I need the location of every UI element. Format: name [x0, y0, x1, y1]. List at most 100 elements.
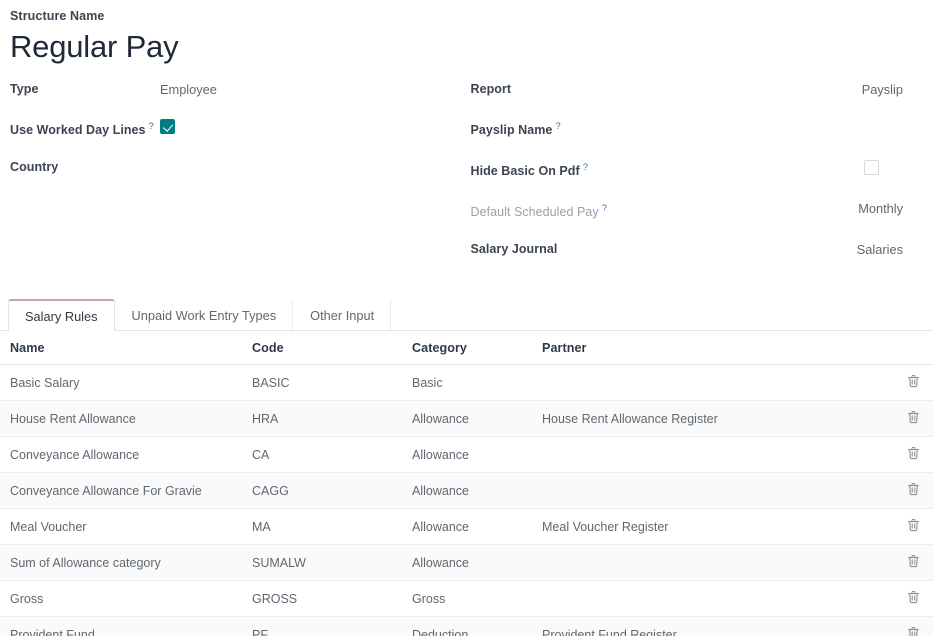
field-use-worked-day-lines-label-text: Use Worked Day Lines — [10, 123, 146, 137]
cell-category[interactable]: Gross — [410, 592, 540, 606]
field-default-scheduled-pay-value: Monthly — [624, 199, 924, 218]
field-use-worked-day-lines-control — [160, 117, 467, 137]
cell-category[interactable]: Allowance — [410, 412, 540, 426]
field-hide-basic-on-pdf-control — [624, 158, 924, 178]
structure-name-label: Structure Name — [10, 8, 923, 24]
field-type-label: Type — [10, 80, 160, 99]
table-row[interactable]: Conveyance AllowanceCAAllowance — [0, 437, 933, 473]
cell-name[interactable]: House Rent Allowance — [0, 412, 250, 426]
table-body: Basic SalaryBASICBasicHouse Rent Allowan… — [0, 365, 933, 636]
help-icon[interactable]: ? — [583, 162, 588, 173]
trash-icon[interactable] — [907, 446, 920, 460]
field-default-scheduled-pay: Default Scheduled Pay? Monthly — [469, 199, 924, 222]
field-hide-basic-on-pdf: Hide Basic On Pdf? — [469, 158, 924, 181]
tab-bar: Salary Rules Unpaid Work Entry Types Oth… — [0, 299, 933, 331]
hide-basic-on-pdf-checkbox[interactable] — [864, 160, 879, 175]
cell-name[interactable]: Conveyance Allowance For Gravie — [0, 484, 250, 498]
field-type-value[interactable]: Employee — [160, 80, 467, 99]
cell-actions — [893, 626, 933, 636]
payroll-structure-form: Structure Name Regular Pay Type Employee… — [0, 0, 933, 636]
cell-code[interactable]: GROSS — [250, 592, 410, 606]
cell-actions — [893, 482, 933, 499]
field-hide-basic-on-pdf-label: Hide Basic On Pdf? — [469, 158, 624, 181]
trash-icon[interactable] — [907, 374, 920, 388]
table-row[interactable]: Basic SalaryBASICBasic — [0, 365, 933, 401]
field-column-left: Type Employee Use Worked Day Lines? Coun… — [10, 80, 467, 277]
field-report-label: Report — [469, 80, 624, 99]
field-default-scheduled-pay-label-text: Default Scheduled Pay — [471, 205, 599, 219]
trash-icon[interactable] — [907, 554, 920, 568]
cell-partner[interactable]: Provident Fund Register — [540, 628, 893, 636]
tab-other-input[interactable]: Other Input — [293, 299, 391, 330]
cell-name[interactable]: Sum of Allowance category — [0, 556, 250, 570]
table-row[interactable]: Sum of Allowance categorySUMALWAllowance — [0, 545, 933, 581]
cell-name[interactable]: Basic Salary — [0, 376, 250, 390]
field-country-label: Country — [10, 158, 160, 177]
cell-partner[interactable]: Meal Voucher Register — [540, 520, 893, 534]
field-payslip-name-label: Payslip Name? — [469, 117, 624, 140]
trash-icon[interactable] — [907, 626, 920, 636]
table-row[interactable]: Conveyance Allowance For GravieCAGGAllow… — [0, 473, 933, 509]
field-default-scheduled-pay-label: Default Scheduled Pay? — [469, 199, 624, 222]
field-sheet: Type Employee Use Worked Day Lines? Coun… — [0, 80, 933, 277]
help-icon[interactable]: ? — [555, 121, 560, 132]
cell-name[interactable]: Conveyance Allowance — [0, 448, 250, 462]
field-type: Type Employee — [10, 80, 467, 99]
field-use-worked-day-lines: Use Worked Day Lines? — [10, 117, 467, 140]
cell-category[interactable]: Basic — [410, 376, 540, 390]
cell-actions — [893, 554, 933, 571]
column-header-category[interactable]: Category — [410, 341, 540, 355]
field-column-right: Report Payslip Payslip Name? Hide Basic … — [467, 80, 924, 277]
use-worked-day-lines-checkbox[interactable] — [160, 119, 175, 134]
field-use-worked-day-lines-label: Use Worked Day Lines? — [10, 117, 160, 140]
table-row[interactable]: GrossGROSSGross — [0, 581, 933, 617]
trash-icon[interactable] — [907, 590, 920, 604]
field-hide-basic-on-pdf-label-text: Hide Basic On Pdf — [471, 164, 580, 178]
field-country: Country — [10, 158, 467, 177]
trash-icon[interactable] — [907, 482, 920, 496]
table-row[interactable]: Meal VoucherMAAllowanceMeal Voucher Regi… — [0, 509, 933, 545]
cell-name[interactable]: Provident Fund — [0, 628, 250, 636]
field-salary-journal: Salary Journal Salaries — [469, 240, 924, 259]
tab-unpaid-work-entry-types[interactable]: Unpaid Work Entry Types — [115, 299, 294, 330]
cell-category[interactable]: Allowance — [410, 556, 540, 570]
cell-code[interactable]: PF — [250, 628, 410, 636]
cell-actions — [893, 518, 933, 535]
salary-rules-table: Name Code Category Partner Basic SalaryB… — [0, 331, 933, 636]
cell-category[interactable]: Allowance — [410, 448, 540, 462]
trash-icon[interactable] — [907, 410, 920, 424]
form-header: Structure Name Regular Pay — [0, 0, 933, 68]
field-salary-journal-value[interactable]: Salaries — [624, 240, 924, 259]
help-icon[interactable]: ? — [602, 203, 607, 214]
cell-actions — [893, 410, 933, 427]
cell-category[interactable]: Allowance — [410, 520, 540, 534]
cell-code[interactable]: BASIC — [250, 376, 410, 390]
notebook: Salary Rules Unpaid Work Entry Types Oth… — [0, 299, 933, 636]
tab-salary-rules[interactable]: Salary Rules — [8, 299, 115, 331]
column-header-code[interactable]: Code — [250, 341, 410, 355]
field-report: Report Payslip — [469, 80, 924, 99]
cell-actions — [893, 446, 933, 463]
table-row[interactable]: Provident FundPFDeductionProvident Fund … — [0, 617, 933, 636]
cell-code[interactable]: MA — [250, 520, 410, 534]
cell-actions — [893, 590, 933, 607]
field-payslip-name: Payslip Name? — [469, 117, 924, 140]
cell-name[interactable]: Meal Voucher — [0, 520, 250, 534]
cell-name[interactable]: Gross — [0, 592, 250, 606]
help-icon[interactable]: ? — [149, 121, 154, 132]
field-payslip-name-label-text: Payslip Name — [471, 123, 553, 137]
cell-category[interactable]: Allowance — [410, 484, 540, 498]
column-header-partner[interactable]: Partner — [540, 341, 893, 355]
cell-partner[interactable]: House Rent Allowance Register — [540, 412, 893, 426]
cell-code[interactable]: SUMALW — [250, 556, 410, 570]
cell-code[interactable]: CA — [250, 448, 410, 462]
cell-category[interactable]: Deduction — [410, 628, 540, 636]
cell-code[interactable]: HRA — [250, 412, 410, 426]
field-report-value[interactable]: Payslip — [624, 80, 924, 99]
cell-code[interactable]: CAGG — [250, 484, 410, 498]
column-header-name[interactable]: Name — [0, 341, 250, 355]
table-header-row: Name Code Category Partner — [0, 331, 933, 365]
table-row[interactable]: House Rent AllowanceHRAAllowanceHouse Re… — [0, 401, 933, 437]
trash-icon[interactable] — [907, 518, 920, 532]
page-title[interactable]: Regular Pay — [10, 26, 923, 68]
